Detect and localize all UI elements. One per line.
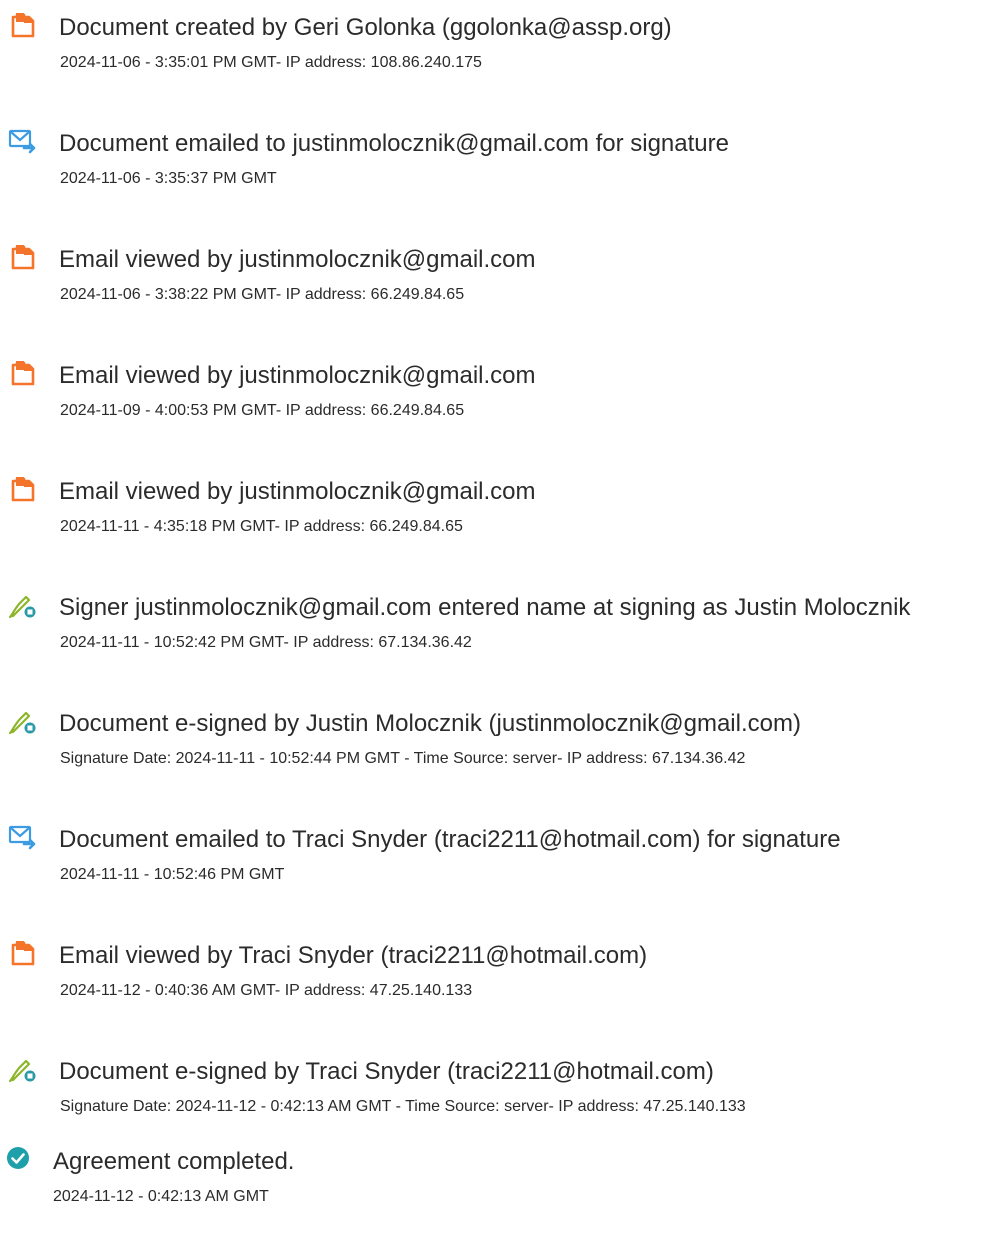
- audit-event: Document e-signed by Justin Molocznik (j…: [0, 708, 1006, 808]
- audit-event: Signer justinmolocznik@gmail.com entered…: [0, 592, 1006, 692]
- event-detail: 2024-11-11 - 10:52:46 PM GMT: [60, 866, 285, 883]
- audit-event: Email viewed by justinmolocznik@gmail.co…: [0, 476, 1006, 576]
- email-icon: [8, 824, 38, 852]
- document-icon: [8, 360, 38, 388]
- event-title: Document e-signed by Traci Snyder (traci…: [59, 1058, 714, 1085]
- event-title: Document created by Geri Golonka (ggolon…: [59, 14, 672, 41]
- document-icon: [8, 244, 38, 272]
- event-title: Document e-signed by Justin Molocznik (j…: [59, 710, 801, 737]
- event-title: Email viewed by Traci Snyder (traci2211@…: [59, 942, 648, 969]
- event-detail: 2024-11-12 - 0:40:36 AM GMT- IP address:…: [60, 982, 473, 999]
- event-title: Agreement completed.: [53, 1148, 295, 1175]
- document-icon: [8, 476, 38, 504]
- audit-event: Email viewed by justinmolocznik@gmail.co…: [0, 360, 1006, 460]
- event-title: Signer justinmolocznik@gmail.com entered…: [59, 594, 911, 621]
- event-detail: 2024-11-06 - 3:38:22 PM GMT- IP address:…: [60, 286, 465, 303]
- event-detail: Signature Date: 2024-11-11 - 10:52:44 PM…: [60, 750, 746, 767]
- signature-icon: [8, 708, 38, 736]
- event-detail: 2024-11-11 - 10:52:42 PM GMT- IP address…: [60, 634, 472, 651]
- event-detail: 2024-11-09 - 4:00:53 PM GMT- IP address:…: [60, 402, 465, 419]
- event-title: Email viewed by justinmolocznik@gmail.co…: [59, 362, 536, 389]
- audit-event: Email viewed by Traci Snyder (traci2211@…: [0, 940, 1006, 1040]
- event-title: Document emailed to justinmolocznik@gmai…: [59, 130, 729, 157]
- audit-event: Document created by Geri Golonka (ggolon…: [0, 12, 1006, 112]
- event-detail: 2024-11-06 - 3:35:01 PM GMT- IP address:…: [60, 54, 482, 71]
- event-detail: Signature Date: 2024-11-12 - 0:42:13 AM …: [60, 1098, 746, 1115]
- audit-event: Email viewed by justinmolocznik@gmail.co…: [0, 244, 1006, 344]
- event-title: Document emailed to Traci Snyder (traci2…: [59, 826, 841, 853]
- document-icon: [8, 12, 38, 40]
- check-circle-icon: [6, 1146, 36, 1174]
- event-title: Email viewed by justinmolocznik@gmail.co…: [59, 478, 536, 505]
- audit-event: Document e-signed by Traci Snyder (traci…: [0, 1056, 1006, 1156]
- event-detail: 2024-11-11 - 4:35:18 PM GMT- IP address:…: [60, 518, 463, 535]
- event-title: Email viewed by justinmolocznik@gmail.co…: [59, 246, 536, 273]
- event-detail: 2024-11-06 - 3:35:37 PM GMT: [60, 170, 277, 187]
- document-icon: [8, 940, 38, 968]
- audit-event: Document emailed to justinmolocznik@gmai…: [0, 128, 1006, 228]
- signature-icon: [8, 1056, 38, 1084]
- event-detail: 2024-11-12 - 0:42:13 AM GMT: [53, 1188, 269, 1205]
- email-icon: [8, 128, 38, 156]
- audit-event: Agreement completed. 2024-11-12 - 0:42:1…: [0, 1146, 1006, 1246]
- signature-icon: [8, 592, 38, 620]
- audit-event: Document emailed to Traci Snyder (traci2…: [0, 824, 1006, 924]
